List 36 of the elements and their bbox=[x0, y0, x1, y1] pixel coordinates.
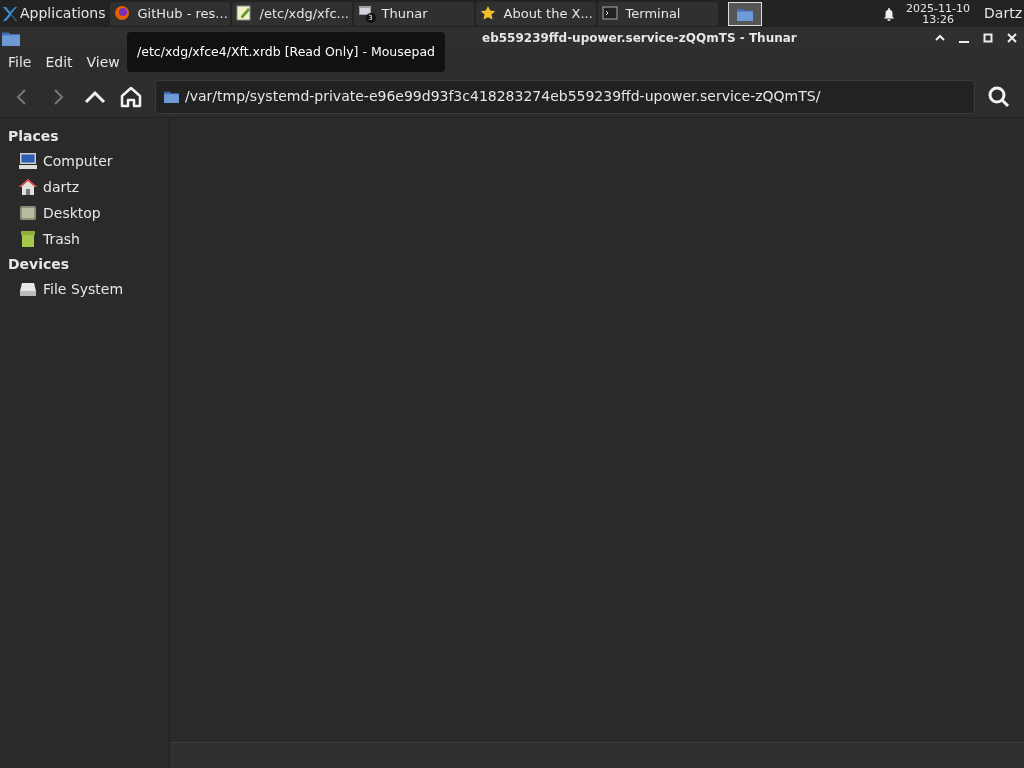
folder-icon bbox=[2, 30, 20, 46]
trash-icon bbox=[18, 229, 38, 249]
folder-icon bbox=[164, 90, 179, 103]
user-name[interactable]: Dartz bbox=[984, 3, 1024, 24]
home-icon[interactable] bbox=[119, 84, 143, 109]
sidebar-item[interactable]: Desktop bbox=[0, 200, 169, 226]
search-icon[interactable] bbox=[987, 84, 1011, 109]
sidebar-item[interactable]: File System bbox=[0, 276, 169, 302]
sidebar-item[interactable]: Computer bbox=[0, 148, 169, 174]
maximize-icon[interactable] bbox=[982, 32, 994, 44]
task-button[interactable]: GitHub - res... bbox=[109, 1, 230, 26]
sidebar-item[interactable]: dartz bbox=[0, 174, 169, 200]
close-icon[interactable] bbox=[1006, 32, 1018, 44]
menu-item[interactable]: File bbox=[2, 52, 38, 73]
task-button[interactable]: About the X... bbox=[475, 1, 596, 26]
task-button[interactable]: Terminal bbox=[597, 1, 718, 26]
xfce-logo-icon bbox=[2, 5, 18, 22]
menu-item[interactable]: View bbox=[80, 52, 126, 73]
tooltip: /etc/xdg/xfce4/Xft.xrdb [Read Only] - Mousepad bbox=[127, 32, 445, 72]
window-title: eb559239ffd-upower.service-zQQmTS - Thunar bbox=[482, 30, 797, 47]
location-field[interactable]: /var/tmp/systemd-private-e96e99d93f3c418283274eb559239ffd-upower.service-zQQmTS/ bbox=[155, 79, 975, 114]
sidebar-item[interactable]: Trash bbox=[0, 226, 169, 252]
notepad-icon bbox=[235, 4, 252, 21]
file-manager-launcher[interactable] bbox=[727, 1, 762, 26]
computer-icon bbox=[18, 151, 38, 171]
task-button[interactable]: /etc/xdg/xfc... bbox=[231, 1, 352, 26]
globe-icon bbox=[113, 4, 130, 21]
desktop-icon bbox=[18, 203, 38, 223]
section-heading: Places bbox=[7, 127, 60, 146]
section-heading: Devices bbox=[7, 255, 71, 274]
house-icon bbox=[18, 177, 38, 197]
star-icon bbox=[479, 4, 496, 21]
terminal-icon bbox=[601, 4, 618, 21]
applications-menu[interactable]: Applications bbox=[0, 0, 110, 27]
clock[interactable]: 2025-11-10 13:26 bbox=[906, 2, 971, 25]
menu-item[interactable]: Edit bbox=[39, 52, 79, 73]
